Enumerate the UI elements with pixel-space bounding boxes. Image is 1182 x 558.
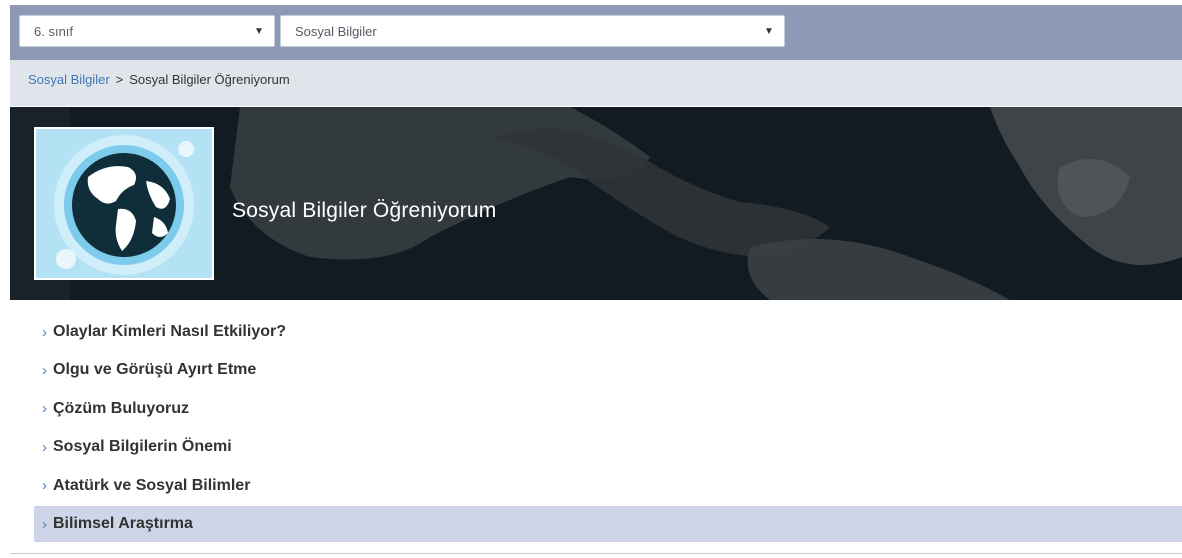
class-select[interactable]: 6. sınıf ▼ xyxy=(19,15,275,47)
chevron-right-icon: › xyxy=(42,323,47,341)
breadcrumb-separator: > xyxy=(115,72,124,87)
breadcrumb: Sosyal Bilgiler > Sosyal Bilgiler Öğreni… xyxy=(10,60,1182,106)
subject-select[interactable]: Sosyal Bilgiler ▼ xyxy=(280,15,785,47)
topic-label: Sosyal Bilgilerin Önemi xyxy=(53,438,232,456)
filter-bar: 6. sınıf ▼ Sosyal Bilgiler ▼ xyxy=(10,5,1182,60)
chevron-right-icon: › xyxy=(42,515,47,533)
globe-icon xyxy=(36,129,212,278)
topic-item[interactable]: › Atatürk ve Sosyal Bilimler xyxy=(34,468,1182,504)
topic-item[interactable]: › Olaylar Kimleri Nasıl Etkiliyor? xyxy=(34,314,1182,350)
breadcrumb-current: Sosyal Bilgiler Öğreniyorum xyxy=(129,72,290,87)
topic-label: Olgu ve Görüşü Ayırt Etme xyxy=(53,361,257,379)
topic-label: Olaylar Kimleri Nasıl Etkiliyor? xyxy=(53,323,286,340)
unit-banner: Sosyal Bilgiler Öğreniyorum xyxy=(10,107,1182,300)
subject-select-value: Sosyal Bilgiler xyxy=(295,23,377,39)
topic-list: › Olaylar Kimleri Nasıl Etkiliyor? › Olgu v… xyxy=(10,300,1182,554)
class-select-value: 6. sınıf xyxy=(34,23,74,39)
chevron-down-icon[interactable]: ▼ xyxy=(244,26,274,37)
topic-label: Çözüm Buluyoruz xyxy=(53,399,189,417)
breadcrumb-link-subject[interactable]: Sosyal Bilgiler xyxy=(28,72,110,87)
topic-item[interactable]: › Çözüm Buluyoruz xyxy=(34,391,1182,427)
unit-thumbnail xyxy=(34,127,214,280)
chevron-right-icon: › xyxy=(42,400,47,418)
topic-label: Atatürk ve Sosyal Bilimler xyxy=(53,476,251,494)
chevron-down-icon[interactable]: ▼ xyxy=(754,26,784,37)
topic-item[interactable]: › Sosyal Bilgilerin Önemi xyxy=(34,429,1182,465)
topic-label: Bilimsel Araştırma xyxy=(53,515,193,532)
chevron-right-icon: › xyxy=(42,361,47,379)
unit-title: Sosyal Bilgiler Öğreniyorum xyxy=(232,199,497,222)
topic-item[interactable]: › Bilimsel Araştırma xyxy=(34,506,1182,542)
chevron-right-icon: › xyxy=(42,438,47,456)
chevron-right-icon: › xyxy=(42,477,47,495)
topic-item[interactable]: › Olgu ve Görüşü Ayırt Etme xyxy=(34,352,1182,388)
